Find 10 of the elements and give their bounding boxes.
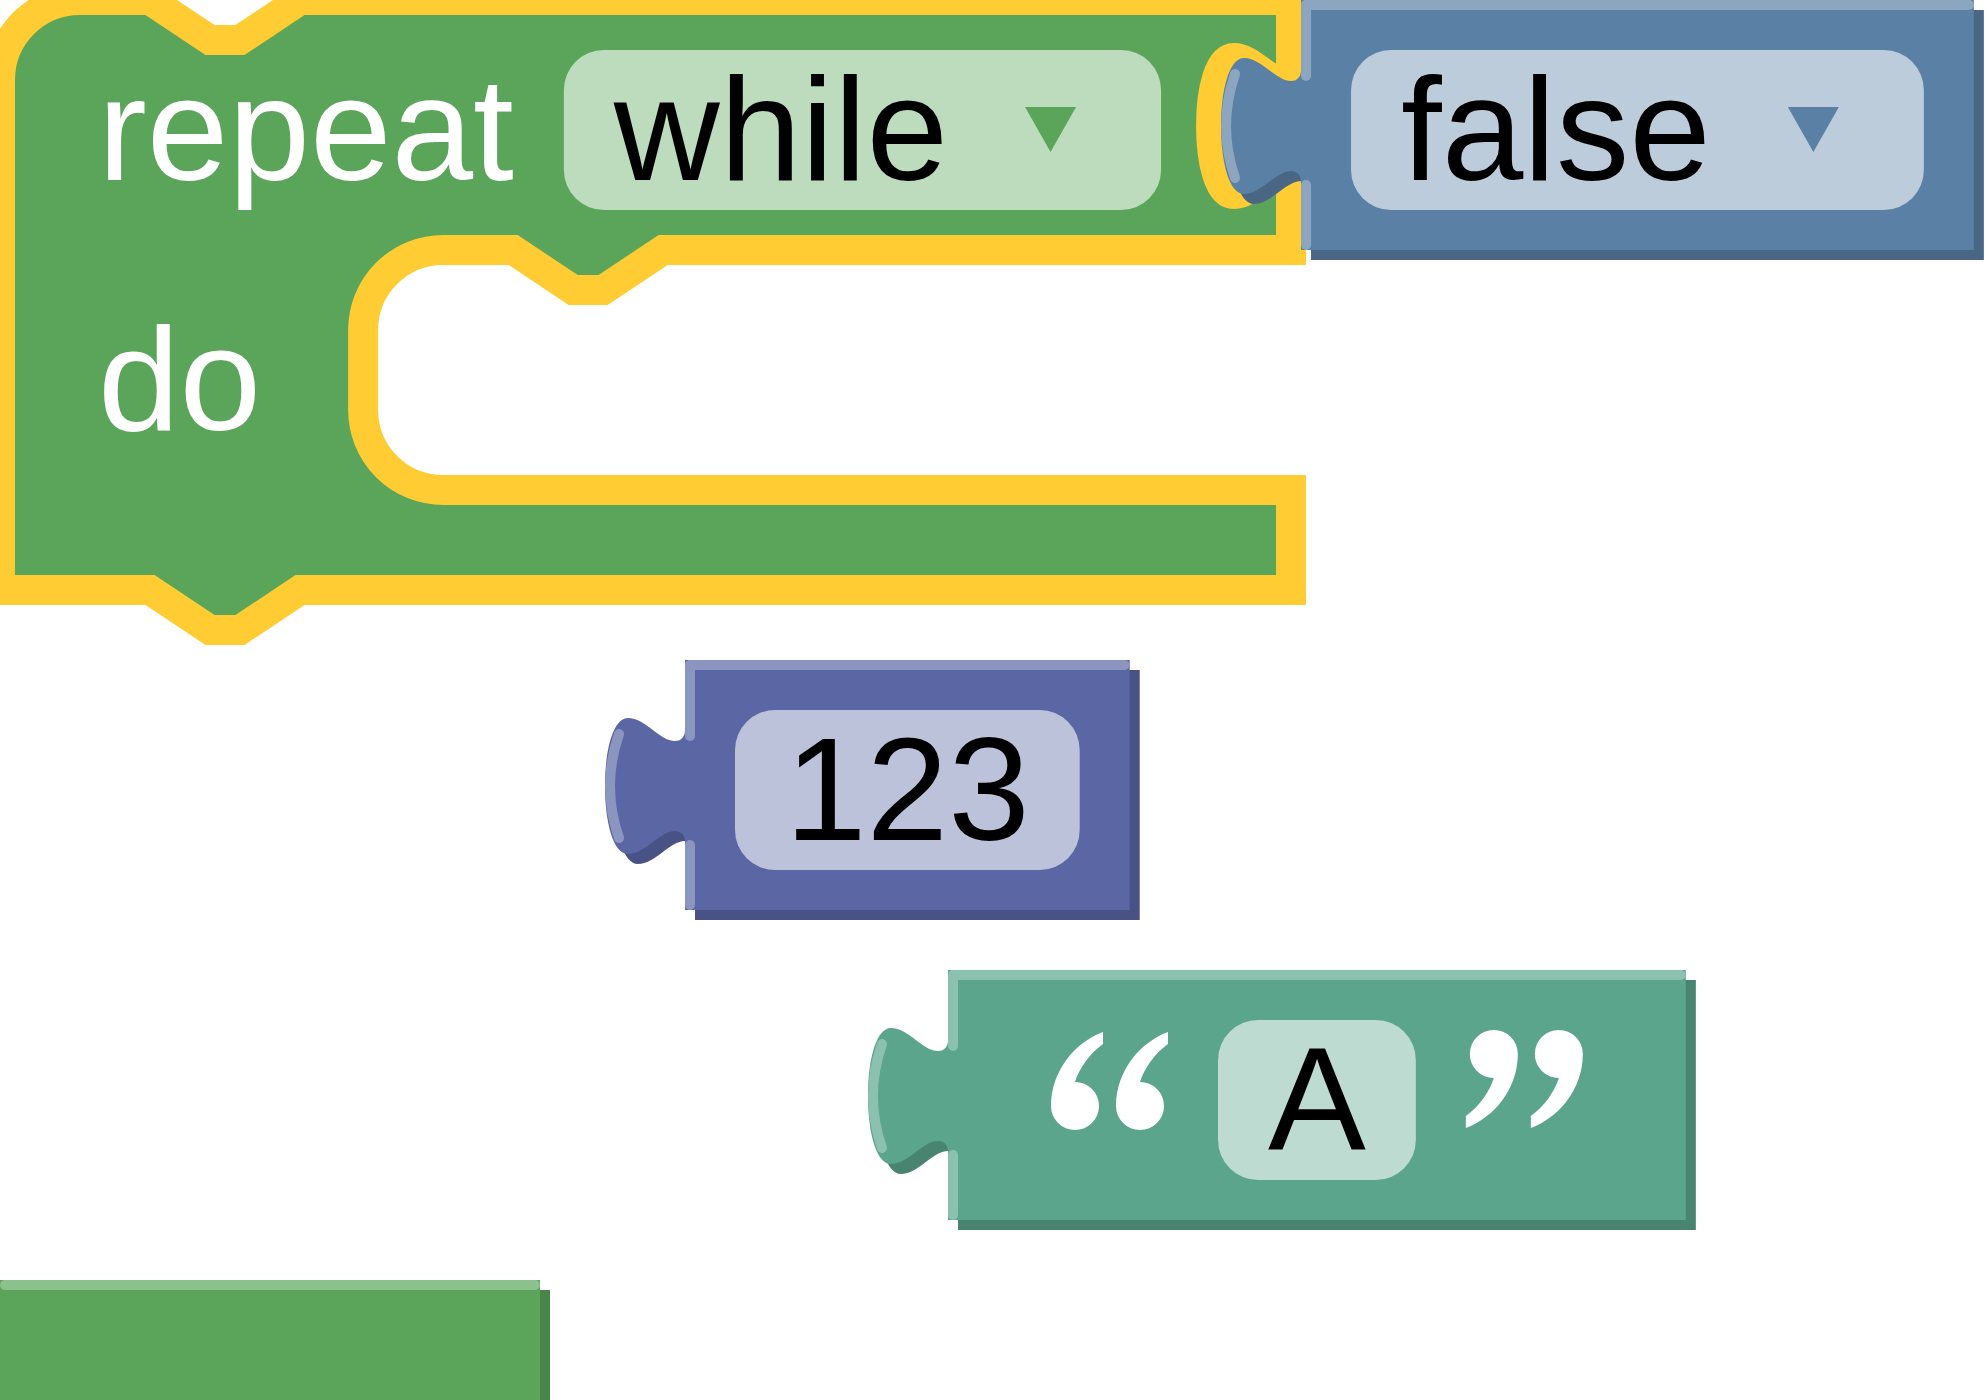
closing-quote-icon bbox=[1465, 1030, 1583, 1128]
dropdown[interactable]: while bbox=[563, 47, 1162, 211]
opening-quote-icon bbox=[1051, 1032, 1168, 1130]
caret-icon bbox=[1787, 107, 1839, 152]
text-field[interactable]: A bbox=[1218, 1017, 1416, 1181]
number-field[interactable]: 123 bbox=[735, 707, 1080, 871]
block-label: do bbox=[98, 297, 262, 461]
dropdown[interactable]: false bbox=[1351, 47, 1924, 211]
block-label: repeat bbox=[98, 47, 514, 211]
caret-icon bbox=[1025, 107, 1077, 152]
